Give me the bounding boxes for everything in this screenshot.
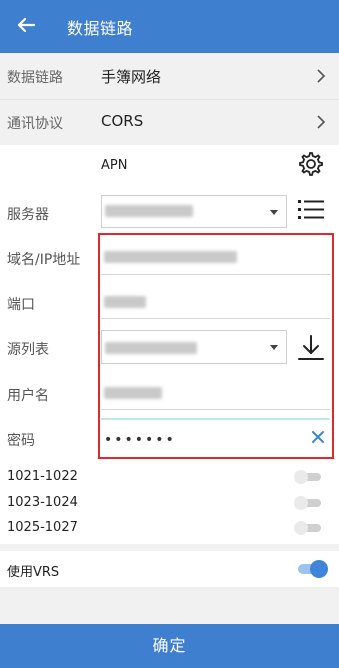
use-vrs-toggle[interactable] [296, 558, 330, 580]
protocol-label: 通讯协议 [7, 116, 63, 132]
redacted-value [104, 296, 146, 308]
divider [101, 409, 330, 410]
domain-label: 域名/IP地址 [7, 252, 81, 268]
chevron-right-icon [317, 115, 326, 129]
bottom-spacer [0, 587, 339, 624]
data-link-value: 手簿网络 [101, 68, 162, 86]
username-input[interactable] [101, 375, 331, 409]
divider [101, 274, 330, 275]
source-list-label: 源列表 [7, 342, 49, 358]
port-range-label: 1021-1022 [7, 469, 78, 484]
chevron-right-icon [317, 69, 326, 83]
section-separator [0, 544, 339, 551]
port-range-label: 1025-1027 [7, 520, 78, 535]
gear-icon[interactable] [297, 150, 325, 178]
port-range-toggle[interactable] [293, 470, 323, 484]
port-range-label: 1023-1024 [7, 495, 78, 510]
password-label: 密码 [7, 433, 35, 449]
protocol-row[interactable]: 通讯协议 CORS [0, 99, 339, 145]
redacted-value [104, 251, 237, 263]
dropdown-arrow-icon [270, 210, 278, 215]
confirm-button[interactable]: 确定 [0, 624, 339, 668]
port-label: 端口 [7, 297, 35, 313]
redacted-value [105, 342, 197, 354]
protocol-value: CORS [101, 112, 144, 130]
dropdown-arrow-icon [270, 345, 278, 350]
list-icon[interactable] [297, 196, 325, 224]
page-title: 数据链路 [67, 19, 134, 38]
arrow-left-icon[interactable] [14, 13, 38, 37]
active-field-indicator [101, 418, 330, 420]
redacted-value [105, 205, 193, 217]
username-label: 用户名 [7, 388, 49, 404]
apn-label: APN [101, 158, 128, 173]
data-link-row[interactable]: 数据链路 手簿网络 [0, 53, 339, 99]
port-range-toggle[interactable] [293, 496, 323, 510]
close-icon[interactable] [311, 430, 325, 444]
password-value: ••••••• [104, 432, 176, 448]
domain-input[interactable] [101, 240, 331, 274]
app-header: 数据链路 [0, 0, 339, 53]
server-select[interactable] [101, 195, 287, 228]
server-label: 服务器 [7, 207, 49, 223]
download-icon[interactable] [297, 333, 325, 361]
redacted-value [104, 387, 162, 399]
divider [101, 318, 330, 319]
port-input[interactable] [101, 284, 331, 318]
source-list-select[interactable] [101, 330, 287, 364]
use-vrs-label: 使用VRS [7, 565, 60, 580]
port-range-toggle[interactable] [293, 521, 323, 535]
data-link-label: 数据链路 [7, 70, 63, 86]
